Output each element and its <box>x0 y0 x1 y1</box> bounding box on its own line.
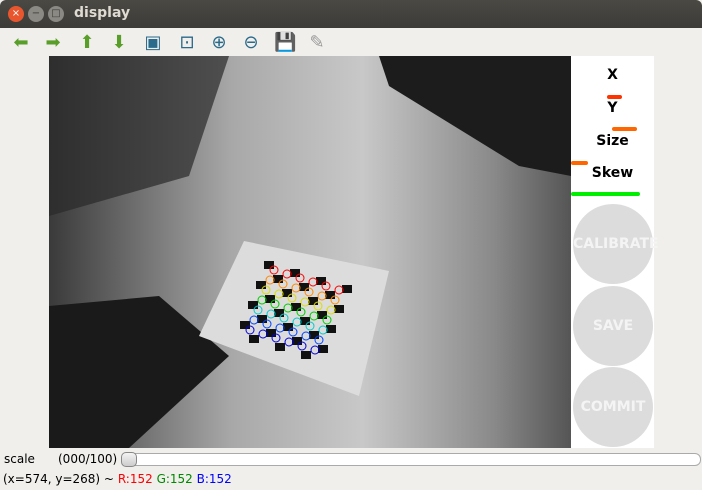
checker-square <box>342 285 352 293</box>
cursor-coords: (x=574, y=268) ~ <box>3 472 114 486</box>
scale-slider[interactable] <box>121 452 701 467</box>
checker-square <box>265 295 275 303</box>
zoom-in-icon[interactable]: ⊕ <box>208 32 230 54</box>
checker-square <box>283 323 293 331</box>
window-title: display <box>74 5 131 21</box>
pixel-red: R:152 <box>117 472 153 486</box>
pan-right-icon[interactable]: ➡ <box>42 32 64 54</box>
commit-button[interactable]: COMMIT <box>573 367 653 447</box>
y-progress-bar <box>612 127 637 131</box>
checker-square <box>240 321 250 329</box>
checker-square <box>249 335 259 343</box>
y-label: Y <box>607 100 618 116</box>
properties-icon[interactable]: ✎ <box>306 32 328 54</box>
checker-square <box>274 309 284 317</box>
calibration-panel: X Y Size Skew CALIBRATE SAVE COMMIT <box>571 56 659 448</box>
skew-label: Skew <box>591 165 634 181</box>
close-button[interactable]: × <box>8 6 24 22</box>
checker-square <box>266 329 276 337</box>
scale-slider-thumb[interactable] <box>121 452 137 467</box>
checker-square <box>273 275 283 283</box>
camera-frame <box>49 56 571 448</box>
minimize-button[interactable]: − <box>28 6 44 22</box>
checker-square <box>299 283 309 291</box>
checker-square <box>290 269 300 277</box>
pan-up-icon[interactable]: ⬆ <box>76 32 98 54</box>
title-bar: × − □ display <box>0 0 702 28</box>
checker-square <box>325 291 335 299</box>
pan-down-icon[interactable]: ⬇ <box>108 32 130 54</box>
checker-square <box>256 281 266 289</box>
checker-square <box>316 277 326 285</box>
checker-square <box>264 261 274 269</box>
zoom-reset-icon[interactable]: ▣ <box>142 32 164 54</box>
checker-square <box>309 331 319 339</box>
scale-value: (000/100) <box>58 452 118 466</box>
zoom-out-icon[interactable]: ⊖ <box>240 32 262 54</box>
checker-square <box>301 351 311 359</box>
save-icon[interactable]: 💾 <box>274 32 296 54</box>
checker-square <box>291 303 301 311</box>
checker-square <box>248 301 258 309</box>
pixel-blue: B:152 <box>196 472 232 486</box>
size-label: Size <box>596 133 629 149</box>
x-progress-bar <box>607 95 622 99</box>
toolbar: ⬅ ➡ ⬆ ⬇ ▣ ⊡ ⊕ ⊖ 💾 ✎ <box>0 28 702 56</box>
calibrate-button[interactable]: CALIBRATE <box>573 204 659 284</box>
checker-square <box>308 297 318 305</box>
checker-square <box>317 311 327 319</box>
scale-label: scale <box>4 452 35 466</box>
checker-square <box>334 305 344 313</box>
checker-square <box>326 325 336 333</box>
checker-square <box>275 343 285 351</box>
camera-image[interactable] <box>49 56 571 448</box>
pan-left-icon[interactable]: ⬅ <box>10 32 32 54</box>
pixel-green: G:152 <box>156 472 193 486</box>
maximize-button[interactable]: □ <box>48 6 64 22</box>
x-label: X <box>607 67 618 83</box>
save-button[interactable]: SAVE <box>573 286 653 366</box>
skew-progress-bar <box>571 192 640 196</box>
status-bar: (x=574, y=268) ~ R:152 G:152 B:152 <box>3 472 232 486</box>
checker-square <box>300 317 310 325</box>
checker-square <box>257 315 267 323</box>
checker-square <box>292 337 302 345</box>
checker-square <box>318 345 328 353</box>
zoom-fit-icon[interactable]: ⊡ <box>176 32 198 54</box>
checker-square <box>282 289 292 297</box>
